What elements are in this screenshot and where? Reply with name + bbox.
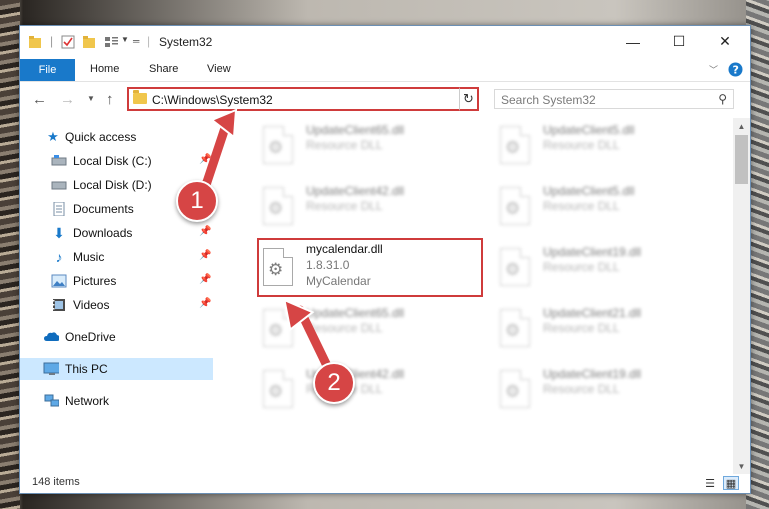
- annotation-arrows: [200, 108, 335, 377]
- step-badge-1: 1: [176, 180, 218, 222]
- step-badge-2: 2: [313, 362, 355, 404]
